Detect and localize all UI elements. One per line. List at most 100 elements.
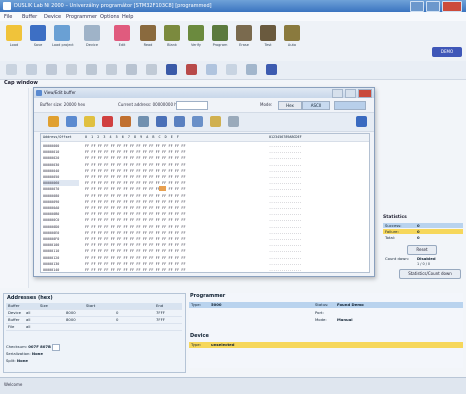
help-icon[interactable] bbox=[356, 116, 367, 127]
load-button[interactable]: Load bbox=[4, 25, 24, 51]
hex-bytes[interactable]: FF FF FF FF FF FF FF FF FF FF FF FF FF F… bbox=[85, 180, 186, 186]
hex-row[interactable]: 000000C0 FF FF FF FF FF FF FF FF FF FF FF… bbox=[41, 217, 369, 223]
hex-bytes[interactable]: FF FF FF FF FF FF FF FF FF FF FF FF FF F… bbox=[85, 267, 186, 272]
address-field[interactable] bbox=[176, 101, 208, 110]
hex-row[interactable]: 00000120 FF FF FF FF FF FF FF FF FF FF FF… bbox=[41, 255, 369, 261]
heart-icon[interactable] bbox=[166, 64, 177, 75]
hex-ascii[interactable]: ................ bbox=[269, 168, 302, 174]
hex-bytes[interactable]: FF FF FF FF FF FF FF FF FF FF FF FF FF F… bbox=[85, 242, 186, 248]
hex-mode-button[interactable]: Hex bbox=[278, 101, 302, 110]
hex-bytes[interactable]: FF FF FF FF FF FF FF FF FF FF FF FF FF F… bbox=[85, 168, 186, 174]
hex-ascii[interactable]: ................ bbox=[269, 217, 302, 223]
hex-row[interactable]: 00000000 FF FF FF FF FF FF FF FF FF FF FF… bbox=[41, 143, 369, 149]
options-button[interactable] bbox=[334, 101, 366, 110]
hex-row[interactable]: 00000070 FF FF FF FF FF FF FF FF FF FF FF… bbox=[41, 186, 369, 192]
hex-row[interactable]: 00000130 FF FF FF FF FF FF FF FF FF FF FF… bbox=[41, 261, 369, 267]
hex-ascii[interactable]: ................ bbox=[269, 236, 302, 242]
search-icon[interactable] bbox=[138, 116, 149, 127]
menu-programmer[interactable]: Programmer bbox=[66, 14, 97, 20]
info-icon[interactable] bbox=[246, 64, 257, 75]
hex-row[interactable]: 000000E0 FF FF FF FF FF FF FF FF FF FF FF… bbox=[41, 230, 369, 236]
hex-bytes[interactable]: FF FF FF FF FF FF FF FF FF FF FF FF FF F… bbox=[85, 217, 186, 223]
edit-button[interactable]: Edit bbox=[112, 25, 132, 51]
blank-button[interactable]: Blank bbox=[162, 25, 182, 51]
save-button[interactable]: Save bbox=[28, 25, 48, 51]
dialog-maximize-button[interactable] bbox=[345, 89, 356, 98]
go-to-icon[interactable] bbox=[192, 116, 203, 127]
hex-bytes[interactable]: FF FF FF FF FF FF FF FF FF FF FF FF FF F… bbox=[85, 155, 186, 161]
reset-button[interactable]: Reset bbox=[407, 245, 437, 255]
hex-ascii[interactable]: ................ bbox=[269, 149, 302, 155]
statistics-options-button[interactable]: Statistics/Count down bbox=[399, 269, 461, 279]
hex-grid[interactable]: Address/Offset 0 1 2 3 4 5 6 7 8 9 A B C… bbox=[40, 133, 370, 273]
new-icon[interactable] bbox=[6, 64, 17, 75]
minimize-button[interactable] bbox=[410, 1, 424, 12]
help-icon[interactable] bbox=[266, 64, 277, 75]
hex-ascii[interactable]: ................ bbox=[269, 255, 302, 261]
erase-button[interactable]: Erase bbox=[234, 25, 254, 51]
hex-bytes[interactable]: FF FF FF FF FF FF FF FF FF FF FF FF FF F… bbox=[85, 261, 186, 267]
hex-ascii[interactable]: ................ bbox=[269, 186, 302, 192]
menu-file[interactable]: File bbox=[4, 14, 12, 20]
hex-row[interactable]: 00000140 FF FF FF FF FF FF FF FF FF FF FF… bbox=[41, 267, 369, 272]
find-icon[interactable] bbox=[146, 64, 157, 75]
refresh-icon[interactable] bbox=[226, 64, 237, 75]
ascii-mode-button[interactable]: ASCII bbox=[302, 101, 330, 110]
hex-bytes[interactable]: FF FF FF FF FF FF FF FF FF FF FF FF FF F… bbox=[85, 186, 186, 192]
hex-ascii[interactable]: ................ bbox=[269, 174, 302, 180]
maximize-button[interactable] bbox=[426, 1, 440, 12]
hex-row[interactable]: 000000D0 FF FF FF FF FF FF FF FF FF FF FF… bbox=[41, 224, 369, 230]
hex-row[interactable]: 00000100 FF FF FF FF FF FF FF FF FF FF FF… bbox=[41, 242, 369, 248]
hex-ascii[interactable]: ................ bbox=[269, 261, 302, 267]
hex-bytes[interactable]: FF FF FF FF FF FF FF FF FF FF FF FF FF F… bbox=[85, 211, 186, 217]
hex-ascii[interactable]: ................ bbox=[269, 180, 302, 186]
hex-row[interactable]: 00000040 FF FF FF FF FF FF FF FF FF FF FF… bbox=[41, 168, 369, 174]
hex-ascii[interactable]: ................ bbox=[269, 143, 302, 149]
table-row[interactable]: Device all 8000 0 7FFF bbox=[6, 310, 182, 317]
hex-bytes[interactable]: FF FF FF FF FF FF FF FF FF FF FF FF FF F… bbox=[85, 174, 186, 180]
hex-bytes[interactable]: FF FF FF FF FF FF FF FF FF FF FF FF FF F… bbox=[85, 224, 186, 230]
undo-icon[interactable] bbox=[106, 64, 117, 75]
hex-bytes[interactable]: FF FF FF FF FF FF FF FF FF FF FF FF FF F… bbox=[85, 236, 186, 242]
zoom-icon[interactable] bbox=[156, 116, 167, 127]
copy-icon[interactable] bbox=[46, 64, 57, 75]
device-button[interactable]: Device bbox=[82, 25, 102, 51]
demo-button[interactable]: DEMO bbox=[432, 47, 462, 57]
hex-row[interactable]: 00000090 FF FF FF FF FF FF FF FF FF FF FF… bbox=[41, 199, 369, 205]
table-row[interactable]: Buffer all 8000 0 7FFF bbox=[6, 317, 182, 324]
hex-bytes[interactable]: FF FF FF FF FF FF FF FF FF FF FF FF FF F… bbox=[85, 162, 186, 168]
hex-bytes[interactable]: FF FF FF FF FF FF FF FF FF FF FF FF FF F… bbox=[85, 248, 186, 254]
dialog-minimize-button[interactable] bbox=[332, 89, 343, 98]
hex-row[interactable]: 00000030 FF FF FF FF FF FF FF FF FF FF FF… bbox=[41, 162, 369, 168]
menu-buffer[interactable]: Buffer bbox=[22, 14, 37, 20]
copy-icon[interactable] bbox=[84, 116, 95, 127]
hex-bytes[interactable]: FF FF FF FF FF FF FF FF FF FF FF FF FF F… bbox=[85, 193, 186, 199]
hex-row[interactable]: 000000F0 FF FF FF FF FF FF FF FF FF FF FF… bbox=[41, 236, 369, 242]
hex-bytes[interactable]: FF FF FF FF FF FF FF FF FF FF FF FF FF F… bbox=[85, 199, 186, 205]
save-icon[interactable] bbox=[66, 116, 77, 127]
hex-row[interactable]: 00000080 FF FF FF FF FF FF FF FF FF FF FF… bbox=[41, 193, 369, 199]
hex-row[interactable]: 00000020 FF FF FF FF FF FF FF FF FF FF FF… bbox=[41, 155, 369, 161]
verify-button[interactable]: Verify bbox=[186, 25, 206, 51]
hex-row[interactable]: 00000060 FF FF FF FF FF FF FF FF FF FF FF… bbox=[41, 180, 369, 187]
hex-ascii[interactable]: ................ bbox=[269, 155, 302, 161]
paste-icon[interactable] bbox=[66, 64, 77, 75]
shield-icon[interactable] bbox=[186, 64, 197, 75]
swap-icon[interactable] bbox=[210, 116, 221, 127]
print-icon[interactable] bbox=[228, 116, 239, 127]
hex-ascii[interactable]: ................ bbox=[269, 224, 302, 230]
hex-row[interactable]: 00000110 FF FF FF FF FF FF FF FF FF FF FF… bbox=[41, 248, 369, 254]
hex-bytes[interactable]: FF FF FF FF FF FF FF FF FF FF FF FF FF F… bbox=[85, 143, 186, 149]
find-next-icon[interactable] bbox=[174, 116, 185, 127]
dialog-close-button[interactable] bbox=[358, 89, 372, 98]
settings-icon[interactable] bbox=[206, 64, 217, 75]
close-button[interactable] bbox=[442, 1, 462, 12]
read-button[interactable]: Read bbox=[138, 25, 158, 51]
menu-options[interactable]: Options bbox=[100, 14, 119, 20]
hex-ascii[interactable]: ................ bbox=[269, 193, 302, 199]
hex-ascii[interactable]: ................ bbox=[269, 205, 302, 211]
hex-ascii[interactable]: ................ bbox=[269, 211, 302, 217]
hex-row[interactable]: 00000050 FF FF FF FF FF FF FF FF FF FF FF… bbox=[41, 174, 369, 180]
hex-bytes[interactable]: FF FF FF FF FF FF FF FF FF FF FF FF FF F… bbox=[85, 230, 186, 236]
hex-row[interactable]: 000000A0 FF FF FF FF FF FF FF FF FF FF FF… bbox=[41, 205, 369, 211]
